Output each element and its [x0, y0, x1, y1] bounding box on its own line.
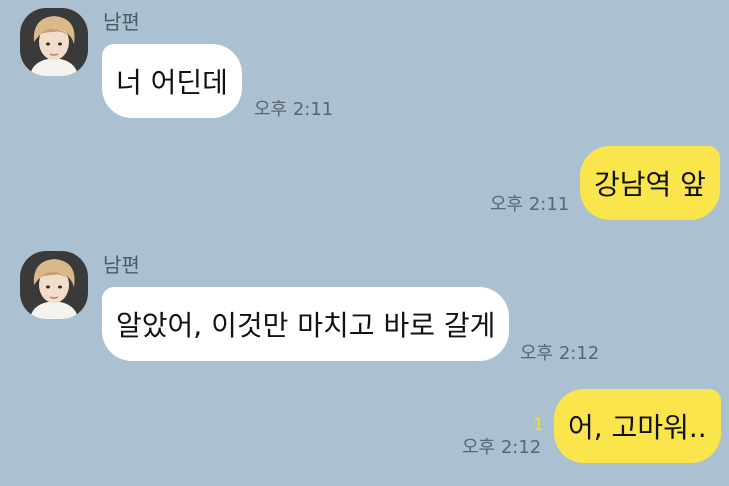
- message-timestamp: 오후 2:11: [254, 99, 334, 120]
- sender-avatar[interactable]: [20, 8, 88, 76]
- profile-photo-icon: [20, 8, 88, 76]
- message-timestamp: 오후 2:12: [520, 343, 600, 364]
- incoming-message-bubble[interactable]: 너 어딘데: [102, 44, 242, 118]
- message-timestamp: 오후 2:12: [462, 437, 542, 458]
- message-timestamp: 오후 2:11: [490, 194, 570, 215]
- unread-count: 1: [533, 415, 544, 435]
- incoming-message-bubble[interactable]: 알았어, 이것만 마치고 바로 갈게: [102, 287, 510, 361]
- outgoing-message-bubble[interactable]: 어, 고마워..: [554, 389, 721, 463]
- sender-name: 남편: [103, 10, 140, 34]
- profile-photo-icon: [20, 251, 88, 319]
- sender-avatar[interactable]: [20, 251, 88, 319]
- sender-name: 남편: [103, 253, 140, 277]
- outgoing-message-bubble[interactable]: 강남역 앞: [580, 146, 720, 220]
